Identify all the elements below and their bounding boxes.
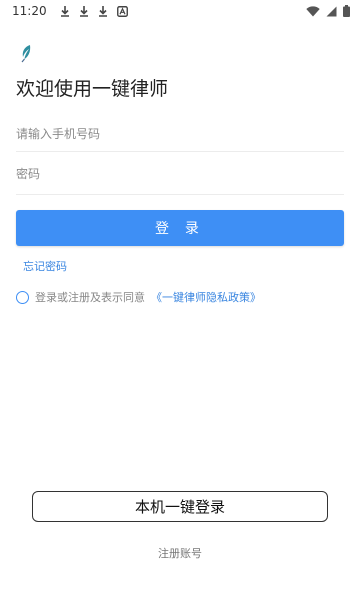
privacy-policy-link[interactable]: 《一键律师隐私政策》 xyxy=(151,289,261,305)
phone-field xyxy=(16,123,344,152)
agreement-text: 登录或注册及表示同意 xyxy=(35,291,145,304)
status-bar: 11:20 xyxy=(0,0,360,22)
feather-logo-icon xyxy=(21,45,31,63)
download-icon xyxy=(60,5,69,17)
agreement-row: 登录或注册及表示同意 《一键律师隐私政策》 xyxy=(16,289,261,305)
page-title: 欢迎使用一键律师 xyxy=(16,78,169,100)
phone-input[interactable] xyxy=(16,127,344,141)
status-right xyxy=(306,5,350,17)
forgot-password-link[interactable]: 忘记密码 xyxy=(23,258,67,274)
app-logo xyxy=(16,42,38,64)
signal-icon xyxy=(326,6,337,16)
status-left: 11:20 xyxy=(12,4,128,18)
download-icon xyxy=(98,5,107,17)
app-notification-icon xyxy=(116,5,128,17)
local-login-button[interactable]: 本机一键登录 xyxy=(32,491,328,522)
download-icon xyxy=(79,5,88,17)
login-button[interactable]: 登 录 xyxy=(16,210,344,246)
password-input[interactable] xyxy=(16,167,344,181)
wifi-icon xyxy=(306,5,320,16)
register-link[interactable]: 注册账号 xyxy=(0,545,360,561)
agreement-radio[interactable] xyxy=(16,290,29,304)
battery-icon xyxy=(343,5,350,17)
status-time: 11:20 xyxy=(12,4,47,18)
password-field xyxy=(16,163,344,195)
